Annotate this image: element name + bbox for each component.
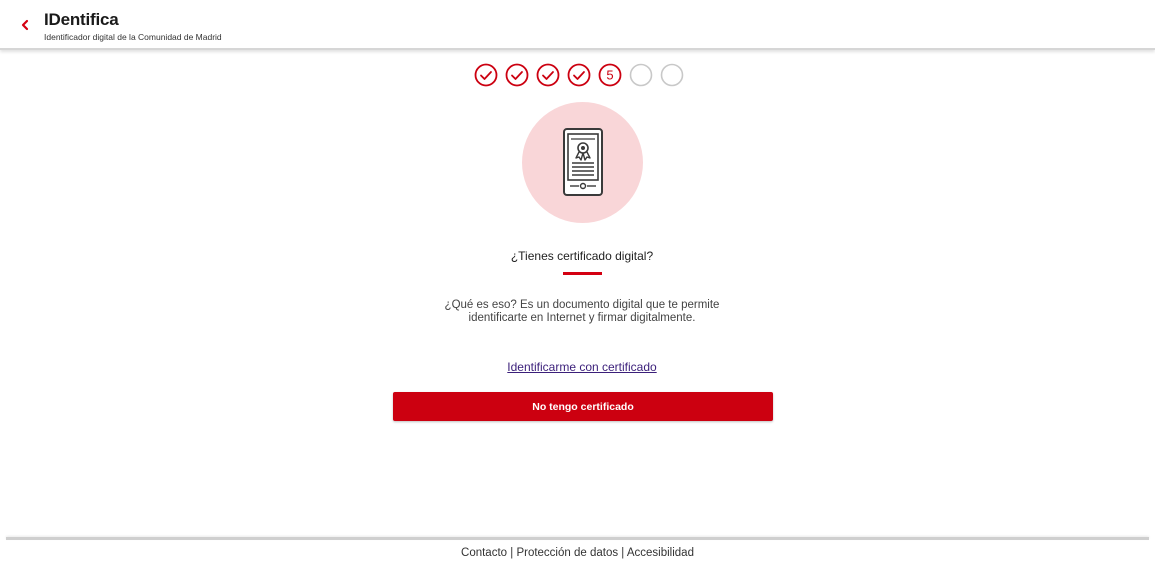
progress-stepper: 5 [474, 63, 691, 89]
chevron-left-icon [21, 19, 29, 31]
step-current-indicator: 5 [598, 63, 622, 87]
certificate-illustration [522, 102, 643, 223]
app-header: IDentifica Identificador digital de la C… [0, 0, 1155, 50]
identify-with-certificate-link[interactable]: Identificarme con certificado [400, 360, 764, 374]
footer-divider [6, 537, 1149, 540]
data-protection-link[interactable]: Protección de datos [516, 547, 618, 559]
back-button[interactable] [18, 17, 32, 33]
footer-links: Contacto | Protección de datos | Accesib… [0, 547, 1155, 559]
step-completed-icon [536, 63, 560, 87]
question-heading: ¿Tienes certificado digital? [510, 249, 654, 263]
step-pending-icon [660, 63, 684, 87]
description-line: ¿Qué es eso? Es un documento digital que… [444, 299, 720, 311]
heading-accent-divider [563, 272, 602, 275]
certificate-tablet-icon [563, 128, 603, 196]
contact-link[interactable]: Contacto [461, 547, 507, 559]
step-completed-icon [505, 63, 529, 87]
app-title: IDentifica [44, 10, 119, 29]
no-certificate-button[interactable]: No tengo certificado [393, 392, 773, 421]
step-current-number: 5 [606, 68, 613, 83]
step-completed-icon [567, 63, 591, 87]
app-subtitle: Identificador digital de la Comunidad de… [44, 32, 222, 42]
description-line: identificarte en Internet y firmar digit… [468, 312, 696, 324]
step-pending-icon [629, 63, 653, 87]
accessibility-link[interactable]: Accesibilidad [627, 547, 694, 559]
step-completed-icon [474, 63, 498, 87]
certificate-description: ¿Qué es eso? Es un documento digital que… [380, 299, 784, 325]
